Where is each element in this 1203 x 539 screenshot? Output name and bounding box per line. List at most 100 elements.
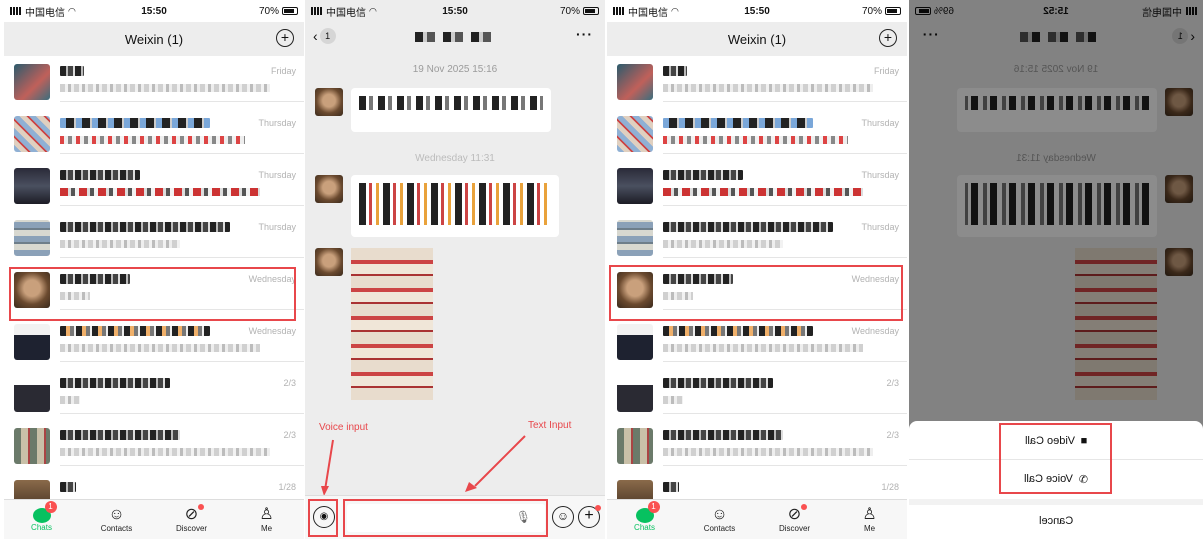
chat-row[interactable]: 2/3: [607, 368, 907, 420]
person-icon: ♙: [259, 506, 274, 523]
notification-dot: [800, 504, 807, 510]
plus-icon[interactable]: +: [578, 505, 601, 528]
tab-discover[interactable]: ⊘ Discover: [154, 500, 229, 539]
page-title: Weixin (1): [727, 31, 787, 47]
tab-label: Discover: [778, 524, 811, 533]
page-title: Weixin (1): [124, 31, 184, 47]
tab-bar: 1 Chats ☺ Contacts ⊘ Discover ♙ Me: [4, 499, 304, 539]
nav-bar: Weixin (1) +: [4, 22, 304, 56]
tab-bar: 1 Chats ☺ Contacts ⊘ Discover ♙ Me: [607, 499, 907, 539]
add-icon[interactable]: +: [879, 29, 897, 47]
carrier: 中国电信: [25, 7, 65, 19]
tab-me[interactable]: ♙ Me: [229, 500, 304, 539]
notification-dot: [197, 504, 204, 510]
row-time: Wednesday: [248, 326, 296, 336]
tab-me[interactable]: ♙ Me: [832, 500, 907, 539]
tab-chats[interactable]: 1 Chats: [4, 500, 79, 539]
chat-row[interactable]: Wednesday: [607, 316, 907, 368]
chat-row[interactable]: Thursday: [607, 108, 907, 160]
wifi-icon: ◠: [671, 5, 679, 16]
avatar: [14, 64, 50, 100]
status-bar: 中国电信 ◠ 15:50 70%: [4, 0, 304, 22]
tab-chats[interactable]: 1 Chats: [607, 500, 682, 539]
avatar: [617, 376, 653, 412]
chat-row[interactable]: 1/28: [4, 472, 304, 499]
chat-row[interactable]: 2/3: [4, 368, 304, 420]
chat-row[interactable]: 2/3: [4, 420, 304, 472]
chat-row[interactable]: Friday: [4, 56, 304, 108]
avatar: [617, 324, 653, 360]
emoji-icon[interactable]: ☺: [552, 506, 574, 528]
avatar: [14, 116, 50, 152]
tab-discover[interactable]: ⊘ Discover: [757, 500, 832, 539]
tab-label: Chats: [634, 522, 655, 532]
battery-icon: [885, 7, 901, 15]
battery-icon: [282, 7, 298, 15]
chat-row[interactable]: Friday: [607, 56, 907, 108]
avatar: [14, 376, 50, 412]
row-time: 1/28: [278, 482, 296, 492]
avatar: [617, 220, 653, 256]
chat-row[interactable]: Thursday: [4, 108, 304, 160]
clock: 15:50: [744, 5, 770, 17]
highlight-box: [999, 423, 1112, 494]
row-time: Thursday: [861, 222, 899, 232]
signal-icon: [613, 7, 625, 15]
add-icon[interactable]: +: [276, 29, 294, 47]
compass-icon: ⊘: [787, 506, 802, 523]
unread-badge: 1: [44, 501, 57, 513]
avatar: [617, 480, 653, 499]
row-time: Friday: [270, 66, 296, 76]
unread-badge: 1: [647, 501, 660, 513]
row-time: 2/3: [886, 430, 899, 440]
row-time: Thursday: [258, 222, 296, 232]
row-time: Thursday: [861, 118, 899, 128]
cancel-button[interactable]: Cancel: [909, 505, 1203, 537]
tab-contacts[interactable]: ☺ Contacts: [79, 500, 154, 539]
chat-row[interactable]: Thursday: [607, 160, 907, 212]
battery-percent: 70%: [861, 5, 882, 17]
highlight-box: [609, 265, 903, 321]
row-time: 1/28: [881, 482, 899, 492]
contacts-icon: ☺: [711, 506, 728, 523]
chat-list-screen: 中国电信 ◠ 15:50 70% Weixin (1) + Friday Thur…: [607, 0, 907, 539]
tab-label: Me: [863, 524, 876, 533]
call-options-screen: 中国电信 15:52 69% ‹ 1 ··· 19 Nov 2025 15:16 …: [909, 0, 1203, 539]
cancel-label: Cancel: [1038, 515, 1074, 527]
tab-label: Me: [260, 524, 273, 533]
compass-icon: ⊘: [184, 506, 199, 523]
wifi-icon: ◠: [68, 5, 76, 16]
chat-row[interactable]: Thursday: [607, 212, 907, 264]
chat-list-screen: 中国电信 ◠ 15:50 70% Weixin (1) + Friday Thur…: [4, 0, 304, 539]
annotation-arrows: [321, 435, 526, 496]
chat-row[interactable]: Wednesday: [4, 316, 304, 368]
chat-row[interactable]: Thursday: [4, 160, 304, 212]
row-time: 2/3: [886, 378, 899, 388]
tab-contacts[interactable]: ☺ Contacts: [682, 500, 757, 539]
tab-label: Contacts: [703, 524, 736, 533]
row-time: Thursday: [258, 118, 296, 128]
highlight-box: [343, 499, 548, 537]
chat-screen: 中国电信 ◠ 15:50 70% ‹ 1 ··· 19 Nov 2025 15:16…: [305, 0, 605, 539]
avatar: [14, 168, 50, 204]
tab-label: Chats: [31, 522, 52, 532]
chat-row[interactable]: Thursday: [4, 212, 304, 264]
avatar: [14, 428, 50, 464]
stage: 中国电信 ◠ 15:50 70% Weixin (1) + Friday Thur…: [0, 0, 1203, 539]
carrier: 中国电信: [628, 7, 668, 19]
avatar: [617, 428, 653, 464]
chat-row[interactable]: 1/28: [607, 472, 907, 499]
row-time: 2/3: [283, 430, 296, 440]
person-icon: ♙: [862, 506, 877, 523]
highlight-box: [308, 499, 338, 537]
row-time: Thursday: [861, 170, 899, 180]
row-time: Thursday: [258, 170, 296, 180]
avatar: [14, 480, 50, 499]
avatar: [617, 168, 653, 204]
avatar: [14, 220, 50, 256]
tab-label: Contacts: [100, 524, 133, 533]
row-time: Wednesday: [851, 326, 899, 336]
row-time: Friday: [873, 66, 899, 76]
avatar: [14, 324, 50, 360]
chat-row[interactable]: 2/3: [607, 420, 907, 472]
